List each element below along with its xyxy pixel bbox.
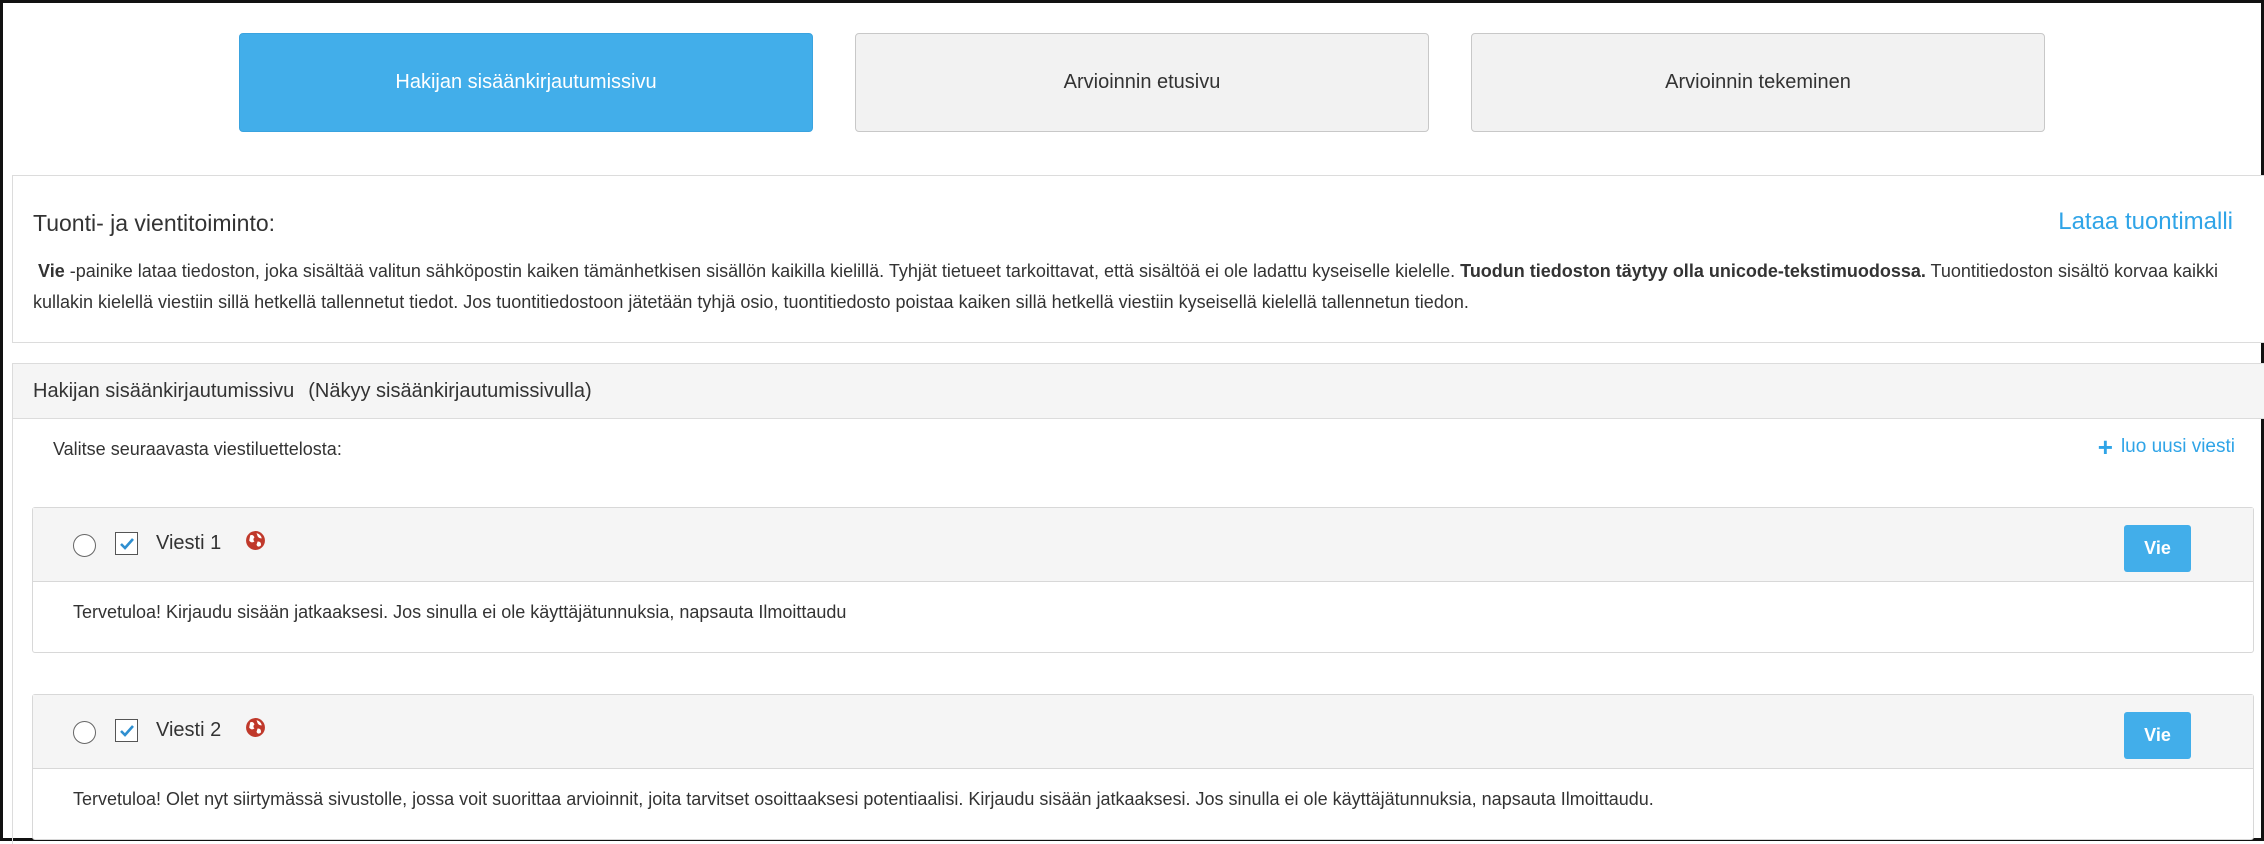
message-select-radio[interactable] xyxy=(73,721,96,744)
import-export-title: Tuonti- ja vientitoiminto: xyxy=(33,210,276,236)
export-button[interactable]: Vie xyxy=(2124,525,2191,572)
globe-icon[interactable] xyxy=(245,717,266,738)
description-part-1: -painike lataa tiedoston, joka sisältää … xyxy=(64,261,1461,281)
message-body: Tervetuloa! Kirjaudu sisään jatkaaksesi.… xyxy=(73,602,847,622)
message-section: Hakijan sisäänkirjautumissivu (Näkyy sisä… xyxy=(12,363,2264,844)
import-export-description: Vie -painike lataa tiedoston, joka sisäl… xyxy=(33,256,2233,318)
message-card-header: Viesti 2 Vie xyxy=(33,695,2253,769)
tab-label: Arvioinnin etusivu xyxy=(1063,71,1221,93)
message-body: Tervetuloa! Olet nyt siirtymässä sivusto… xyxy=(73,789,1654,809)
message-card: Viesti 2 Vie Tervetuloa! Olet nyt siirty… xyxy=(32,694,2254,840)
section-title: Hakijan sisäänkirjautumissivu (Näkyy sisä… xyxy=(33,380,592,403)
tab-assessment-taking[interactable]: Arvioinnin tekeminen xyxy=(1471,33,2045,132)
tab-assessment-home[interactable]: Arvioinnin etusivu xyxy=(855,33,1429,132)
export-button[interactable]: Vie xyxy=(2124,712,2191,759)
checkmark-icon xyxy=(119,537,134,550)
section-title-text: Hakijan sisäänkirjautumissivu xyxy=(33,380,295,402)
message-active-checkbox[interactable] xyxy=(115,532,138,555)
message-active-checkbox[interactable] xyxy=(115,719,138,742)
import-export-panel: Tuonti- ja vientitoiminto: Lataa tuontim… xyxy=(12,175,2264,343)
message-name: Viesti 2 xyxy=(156,719,222,741)
create-new-message-button[interactable]: + luo uusi viesti xyxy=(2097,432,2235,462)
page-frame: Hakijan sisäänkirjautumissivu Arvioinnin… xyxy=(0,0,2264,844)
create-new-message-label: luo uusi viesti xyxy=(2120,436,2235,457)
section-title-note: (Näkyy sisäänkirjautumissivulla) xyxy=(308,380,592,402)
section-header: Hakijan sisäänkirjautumissivu (Näkyy sisä… xyxy=(13,364,2264,419)
globe-icon[interactable] xyxy=(245,530,266,551)
vie-keyword: Vie xyxy=(38,261,65,281)
message-card: Viesti 1 Vie Tervetuloa! Kirjaudu sisään… xyxy=(32,507,2254,653)
checkmark-icon xyxy=(119,724,134,737)
download-import-template-link[interactable]: Lataa tuontimalli xyxy=(2058,208,2233,236)
tab-applicant-login-page[interactable]: Hakijan sisäänkirjautumissivu xyxy=(239,33,813,132)
tab-label: Arvioinnin tekeminen xyxy=(1665,71,1851,93)
unicode-requirement: Tuodun tiedoston täytyy olla unicode-tek… xyxy=(1460,261,1926,281)
select-message-label: Valitse seuraavasta viestiluettelosta: xyxy=(53,439,342,459)
message-select-radio[interactable] xyxy=(73,534,96,557)
message-name: Viesti 1 xyxy=(156,532,222,554)
plus-icon: + xyxy=(2097,432,2113,462)
tab-label: Hakijan sisäänkirjautumissivu xyxy=(395,71,657,93)
message-card-header: Viesti 1 Vie xyxy=(33,508,2253,582)
